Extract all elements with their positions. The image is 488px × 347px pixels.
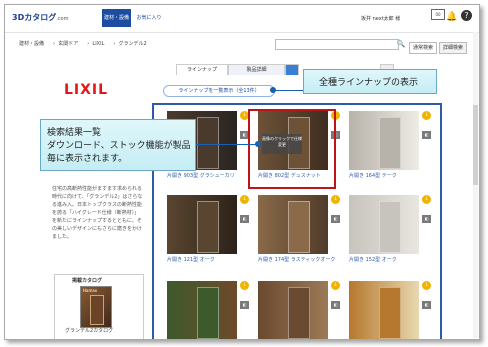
catalog-title: 掲載カタログ [72, 278, 103, 284]
product-image[interactable] [167, 195, 237, 254]
product-caption[interactable]: 片開き 121型 オーク [167, 257, 253, 264]
download-icon[interactable]: ↓ [422, 195, 431, 204]
download-icon[interactable]: ↓ [422, 111, 431, 120]
show-all-lineup-button[interactable]: ラインナップを一覧表示（全13件） [163, 85, 275, 97]
help-icon[interactable]: ? [461, 10, 472, 21]
show-all-lineup-label: ラインナップを一覧表示（全13件） [178, 88, 260, 94]
tab-other[interactable] [285, 64, 299, 75]
nav-building-materials[interactable]: 建材・設備 [102, 9, 131, 27]
breadcrumb: 建材・設備 › 玄関ドア › LIXIL › グランデル2 [19, 41, 147, 47]
hover-overlay[interactable]: 画像のクリックで仕様変更 [262, 134, 302, 154]
stock-icon[interactable]: ◧ [240, 215, 249, 223]
stock-icon[interactable]: ◧ [240, 301, 249, 309]
product-description: 住宅の高断熱性能がますます求められる時代に向けて、「グランデル2」はさらなる進み… [52, 186, 143, 240]
advanced-search-button[interactable]: 詳細検索 [439, 42, 468, 54]
door-image [197, 287, 219, 339]
tab-lineup[interactable]: ラインナップ [176, 64, 228, 75]
door-image [288, 201, 310, 253]
download-icon[interactable]: ↓ [240, 195, 249, 204]
download-icon[interactable]: ↓ [331, 195, 340, 204]
search-icon[interactable]: 🔍 [396, 39, 406, 50]
stock-icon[interactable]: ◧ [422, 215, 431, 223]
stock-icon[interactable]: ◧ [422, 131, 431, 139]
product-image[interactable] [167, 281, 237, 339]
stock-icon[interactable]: ◧ [331, 215, 340, 223]
catalog-cover-brand: Hamax [83, 288, 98, 293]
product-image[interactable] [349, 195, 419, 254]
door-image [379, 117, 401, 169]
breadcrumb-item[interactable]: グランデル2 [119, 41, 147, 47]
user-name[interactable]: 坂井 next太郎 様 [361, 15, 400, 22]
scrollbar-thumb[interactable] [473, 105, 478, 185]
stock-icon[interactable]: ◧ [422, 301, 431, 309]
product-image[interactable] [258, 281, 328, 339]
tab-product-detail[interactable]: 製品詳細 [228, 64, 285, 75]
door-image [197, 117, 219, 169]
door-image [90, 295, 104, 325]
app-window: 3Dカタログ.com 建材・設備 お気に入り 坂井 next太郎 様 00 🔔 … [4, 4, 480, 340]
nav-favorites[interactable]: お気に入り [133, 9, 165, 27]
callout-connector [194, 144, 258, 145]
stock-icon[interactable]: ◧ [331, 301, 340, 309]
message-badge[interactable]: 00 [431, 9, 445, 20]
normal-search-button[interactable]: 通常検索 [409, 42, 438, 54]
callout-dot [270, 87, 276, 93]
top-header: 3Dカタログ.com 建材・設備 お気に入り 坂井 next太郎 様 00 🔔 … [5, 5, 479, 33]
product-image[interactable] [258, 195, 328, 254]
site-logo[interactable]: 3Dカタログ.com [12, 12, 69, 23]
callout-results-body: ダウンロード、ストック機能が製品毎に表示されます。 [47, 141, 191, 164]
door-image [379, 201, 401, 253]
product-caption[interactable]: 片開き 903型 グラシューカリ [167, 173, 253, 180]
callout-results-title: 検索結果一覧 [47, 128, 102, 138]
product-image[interactable] [349, 281, 419, 339]
download-icon[interactable]: ↓ [422, 281, 431, 290]
catalog-cover[interactable]: Hamax [80, 286, 112, 328]
product-caption[interactable]: 片開き 152型 オーク [349, 257, 435, 264]
search-input[interactable] [275, 39, 399, 50]
breadcrumb-item[interactable]: 建材・設備 [19, 41, 44, 47]
bell-icon[interactable]: 🔔 [446, 12, 457, 22]
door-image [197, 201, 219, 253]
catalog-name[interactable]: グランデル2カタログ [65, 327, 113, 334]
breadcrumb-item[interactable]: LIXIL [92, 41, 104, 47]
download-icon[interactable]: ↓ [240, 281, 249, 290]
scrollbar[interactable] [473, 32, 478, 338]
product-image[interactable] [349, 111, 419, 170]
door-image [288, 287, 310, 339]
brand-logo: LIXIL [64, 82, 109, 98]
product-caption[interactable]: 片開き 174型 ラスティックオーク [258, 257, 344, 264]
callout-dot [255, 141, 261, 147]
callout-connector [273, 90, 303, 91]
product-caption[interactable]: 片開き 164型 テーク [349, 173, 435, 180]
download-icon[interactable]: ↓ [331, 281, 340, 290]
callout-lineup-text: 全種ラインナップの表示 [319, 78, 419, 88]
breadcrumb-item[interactable]: 玄関ドア [58, 41, 78, 47]
door-image [379, 287, 401, 339]
